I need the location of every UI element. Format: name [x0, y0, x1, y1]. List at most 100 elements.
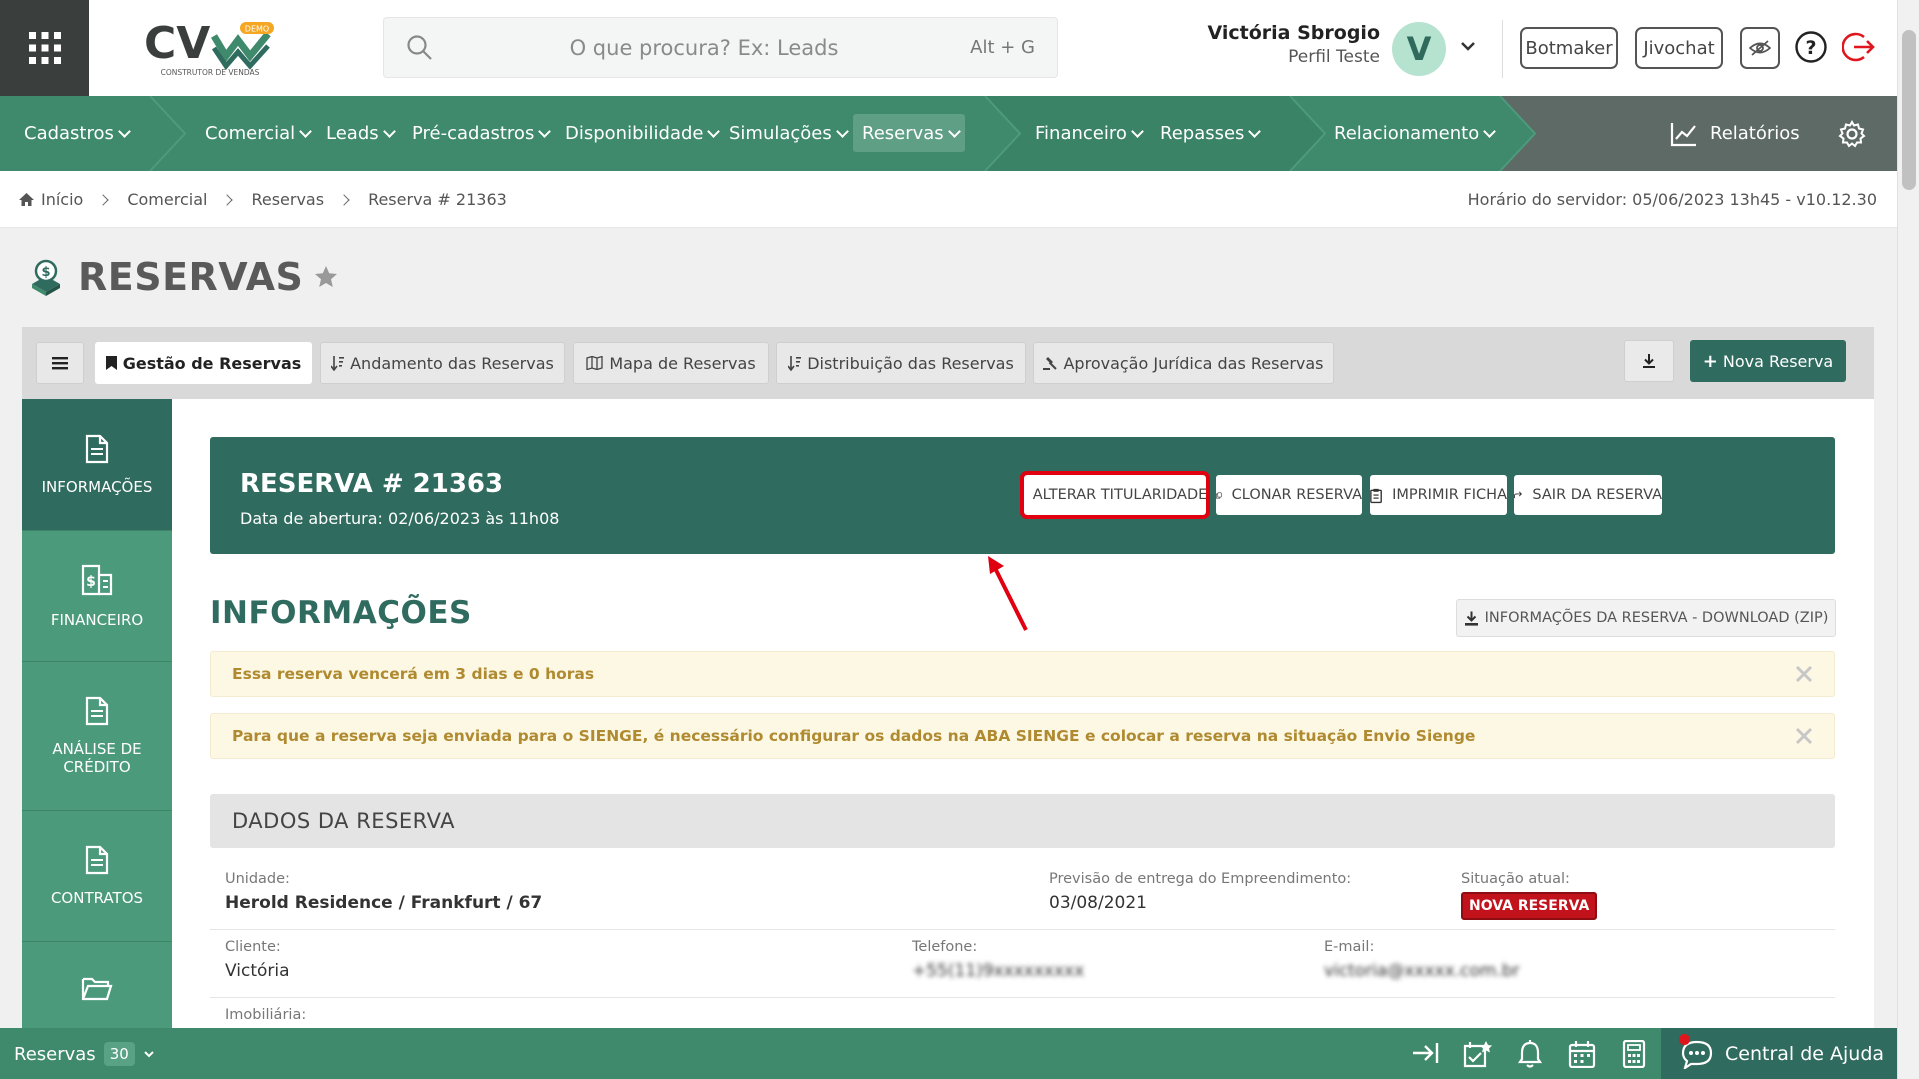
settings-button[interactable]	[1838, 96, 1866, 171]
avatar[interactable]: V	[1392, 22, 1446, 76]
reserva-title: RESERVA # 21363	[240, 469, 504, 499]
calendar-star-icon[interactable]	[1463, 1040, 1493, 1068]
tab-aprovacao-juridica[interactable]: Aprovação Jurídica das Reservas	[1033, 342, 1334, 384]
app-page: CV DEMO CONSTRUTOR DE VENDAS Alt + G Vic…	[0, 0, 1897, 1079]
help-button[interactable]: ?	[1794, 30, 1828, 64]
logout-button[interactable]	[1842, 30, 1876, 64]
imprimir-ficha-button[interactable]: IMPRIMIR FICHA	[1370, 475, 1507, 515]
star-icon[interactable]	[313, 264, 339, 290]
sidebar-item-contratos[interactable]: CONTRATOS	[22, 811, 172, 942]
search-input[interactable]	[464, 30, 944, 66]
grid-icon	[28, 32, 61, 64]
global-search[interactable]: Alt + G	[383, 17, 1058, 78]
tab-bar: Gestão de Reservas Andamento das Reserva…	[22, 327, 1874, 399]
sidebar-label: CONTRATOS	[50, 889, 144, 907]
alert-sienge: Para que a reserva seja enviada para o S…	[210, 713, 1835, 759]
field-email: E-mail: victoria@xxxxx.com.br	[1324, 939, 1520, 981]
download-zip-button[interactable]: INFORMAÇÕES DA RESERVA - DOWNLOAD (ZIP)	[1456, 599, 1836, 637]
button-label: INFORMAÇÕES DA RESERVA - DOWNLOAD (ZIP)	[1484, 610, 1829, 626]
chart-line-icon	[1670, 122, 1696, 146]
top-header: CV DEMO CONSTRUTOR DE VENDAS Alt + G Vic…	[0, 0, 1897, 96]
calculator-icon[interactable]	[1622, 1040, 1646, 1068]
nav-label: Reservas	[862, 123, 944, 144]
user-name: Victória Sbrogio	[1207, 22, 1380, 44]
field-telefone: Telefone: +55(11)9xxxxxxxxx	[912, 939, 1084, 981]
document-icon	[85, 434, 109, 463]
download-icon	[1643, 354, 1655, 368]
field-label: Situação atual:	[1461, 871, 1570, 887]
nav-item-reservas[interactable]: Reservas	[862, 96, 961, 171]
logo-text: CV	[144, 18, 210, 69]
sidebar-item-informacoes[interactable]: INFORMAÇÕES	[22, 399, 172, 531]
cv-logo[interactable]: CV DEMO CONSTRUTOR DE VENDAS	[140, 18, 280, 78]
nav-item-repasses[interactable]: Repasses	[1160, 96, 1262, 171]
breadcrumb-comercial[interactable]: Comercial	[127, 190, 207, 209]
reserva-opening-date: Data de abertura: 02/06/2023 às 11h08	[240, 509, 560, 528]
chevron-down-icon	[538, 124, 552, 138]
chevron-down-icon	[1131, 124, 1144, 138]
divider	[1502, 20, 1503, 78]
gear-icon	[1838, 119, 1866, 148]
divider	[210, 997, 1835, 998]
breadcrumb-inicio[interactable]: Início	[41, 190, 83, 209]
botmaker-button[interactable]: Botmaker	[1520, 27, 1618, 69]
money-box-icon: $	[32, 259, 60, 296]
user-info[interactable]: Victória Sbrogio Perfil Teste	[1190, 22, 1380, 67]
field-label: Imobiliária:	[225, 1007, 307, 1023]
map-icon	[586, 356, 603, 370]
sair-reserva-button[interactable]: SAIR DA RESERVA	[1514, 475, 1662, 515]
tab-mapa-reservas[interactable]: Mapa de Reservas	[573, 342, 769, 384]
breadcrumb-reservas[interactable]: Reservas	[251, 190, 324, 209]
clonar-reserva-button[interactable]: CLONAR RESERVA	[1216, 475, 1362, 515]
reservas-counter[interactable]: Reservas 30	[14, 1042, 155, 1066]
chevron-down-icon	[1248, 124, 1262, 138]
scrollbar-thumb[interactable]	[1902, 30, 1916, 190]
tab-gestao-reservas[interactable]: Gestão de Reservas	[95, 342, 312, 384]
bell-icon[interactable]	[1518, 1040, 1542, 1068]
chevron-down-icon[interactable]	[1458, 36, 1478, 56]
nav-item-simulacoes[interactable]: Simulações	[729, 96, 849, 171]
jivochat-button[interactable]: Jivochat	[1635, 27, 1723, 69]
nav-item-comercial[interactable]: Comercial	[205, 96, 312, 171]
chevron-right-icon	[97, 193, 110, 206]
collapse-right-icon[interactable]	[1412, 1040, 1440, 1066]
close-icon[interactable]	[1794, 664, 1814, 684]
nav-item-disponibilidade[interactable]: Disponibilidade	[565, 96, 721, 171]
nav-item-leads[interactable]: Leads	[326, 96, 396, 171]
button-label: Central de Ajuda	[1725, 1042, 1885, 1065]
page-scrollbar[interactable]	[1897, 0, 1919, 1079]
chevron-down-icon	[144, 1051, 154, 1058]
page-title: RESERVAS	[78, 255, 304, 299]
chevron-down-icon	[382, 124, 396, 138]
nav-item-cadastros[interactable]: Cadastros	[24, 96, 131, 171]
nav-item-relatorios[interactable]: Relatórios	[1670, 96, 1800, 171]
tab-distribuicao-reservas[interactable]: Distribuição das Reservas	[776, 342, 1026, 384]
close-icon[interactable]	[1794, 726, 1814, 746]
visibility-toggle-button[interactable]	[1740, 27, 1780, 69]
reserva-sidebar: INFORMAÇÕES $ FINANCEIRO ANÁLISE DE CRÉD…	[22, 399, 172, 1079]
breadcrumb: Início Comercial Reservas Reserva # 2136…	[0, 171, 1897, 228]
nova-reserva-button[interactable]: + Nova Reserva	[1690, 340, 1846, 382]
sidebar-item-financeiro[interactable]: $ FINANCEIRO	[22, 531, 172, 662]
sort-icon	[331, 355, 345, 371]
tab-label: Distribuição das Reservas	[807, 353, 1014, 373]
menu-toggle-button[interactable]	[36, 342, 84, 384]
nav-item-pre-cadastros[interactable]: Pré-cadastros	[412, 96, 552, 171]
tab-andamento-reservas[interactable]: Andamento das Reservas	[320, 342, 565, 384]
nav-label: Disponibilidade	[565, 123, 704, 144]
calendar-icon[interactable]	[1568, 1040, 1596, 1068]
logo-subtitle: CONSTRUTOR DE VENDAS	[161, 68, 260, 77]
alterar-titularidade-button[interactable]: ALTERAR TITULARIDADE	[1020, 471, 1210, 519]
sidebar-item-analise-credito[interactable]: ANÁLISE DE CRÉDITO	[22, 662, 172, 811]
download-button[interactable]	[1624, 340, 1674, 382]
apps-grid-button[interactable]	[0, 0, 89, 96]
nav-label: Relatórios	[1710, 123, 1800, 144]
question-icon: ?	[1795, 31, 1827, 63]
home-icon	[19, 193, 34, 206]
annotation-arrow	[988, 556, 1028, 631]
main-content: RESERVA # 21363 Data de abertura: 02/06/…	[172, 399, 1874, 1079]
central-ajuda-button[interactable]: Central de Ajuda	[1661, 1028, 1897, 1079]
nav-item-relacionamento[interactable]: Relacionamento	[1334, 96, 1497, 171]
nav-item-financeiro[interactable]: Financeiro	[1035, 96, 1144, 171]
field-label: Telefone:	[912, 939, 978, 955]
